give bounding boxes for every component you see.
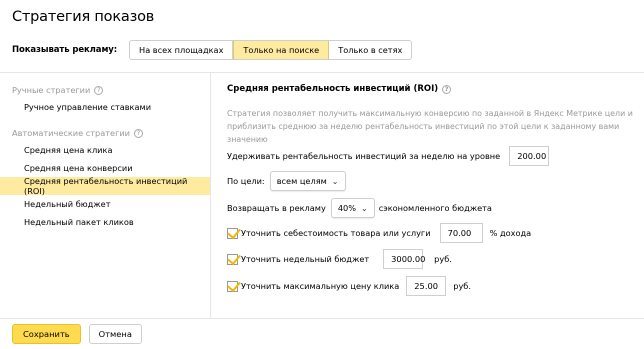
strategy-settings: Средняя рентабельность инвестиций (ROI) …: [227, 82, 637, 296]
budget-unit: руб.: [434, 254, 452, 264]
manual-strategies-group: Ручные стратегии ?: [0, 82, 210, 98]
max-price-row: Уточнить максимальную цену клика 25.00 р…: [227, 276, 471, 296]
option-search-only[interactable]: Только на поиске: [233, 41, 330, 59]
dialog-footer: Сохранить Отмена: [12, 324, 142, 344]
cost-input[interactable]: 70.00: [439, 223, 483, 243]
strategy-sidebar: Ручные стратегии ? Ручное управление ста…: [0, 82, 210, 231]
return-label-post: сэкономленного бюджета: [378, 203, 492, 213]
roi-input[interactable]: 200.00: [509, 146, 550, 166]
divider: [0, 72, 644, 73]
cost-label: Уточнить себестоимость товара или услуги: [241, 228, 431, 238]
description-line: Стратегия позволяет получить максимальну…: [227, 109, 633, 118]
cost-unit: % дохода: [489, 228, 532, 238]
strategy-description: Стратегия позволяет получить максимальну…: [227, 107, 637, 146]
help-icon[interactable]: ?: [442, 84, 452, 94]
auto-strategies-group: Автоматические стратегии ?: [0, 125, 210, 141]
chevron-down-icon: ⌄: [361, 203, 368, 213]
roi-row: Удерживать рентабельность инвестиций за …: [227, 146, 550, 166]
budget-label: Уточнить недельный бюджет: [241, 254, 370, 264]
return-label: Возвращать в рекламу: [227, 203, 326, 213]
strategy-heading-text: Средняя рентабельность инвестиций (ROI): [227, 84, 439, 94]
divider: [0, 318, 644, 319]
cost-checkbox[interactable]: [227, 227, 238, 239]
option-networks-only[interactable]: Только в сетях: [329, 41, 411, 59]
sidebar-item-avg-cpc[interactable]: Средняя цена клика: [0, 141, 210, 159]
goal-row: По цели: всем целям ⌄: [227, 171, 346, 191]
max-price-unit: руб.: [453, 281, 471, 291]
strategy-heading: Средняя рентабельность инвестиций (ROI) …: [227, 82, 637, 96]
sidebar-item-weekly-budget[interactable]: Недельный бюджет: [0, 195, 210, 213]
sidebar-item-weekly-clicks[interactable]: Недельный пакет кликов: [0, 213, 210, 231]
cancel-button[interactable]: Отмена: [88, 324, 142, 344]
manual-strategies-title: Ручные стратегии: [12, 85, 91, 95]
option-all-placements[interactable]: На всех площадках: [130, 41, 234, 59]
show-ads-segmented-control: На всех площадках Только на поиске Тольк…: [129, 40, 413, 60]
max-price-checkbox[interactable]: [227, 280, 238, 292]
goal-select-value: всем целям: [276, 176, 327, 186]
show-ads-row: Показывать рекламу: На всех площадках То…: [12, 40, 413, 60]
goal-label: По цели:: [227, 176, 265, 186]
budget-checkbox[interactable]: [227, 253, 238, 265]
show-ads-label: Показывать рекламу:: [12, 45, 118, 55]
budget-input[interactable]: 3000.00: [383, 249, 425, 269]
goal-select[interactable]: всем целям ⌄: [269, 171, 346, 191]
save-button[interactable]: Сохранить: [12, 324, 81, 344]
help-icon[interactable]: ?: [134, 128, 144, 138]
max-price-input[interactable]: 25.00: [406, 276, 447, 296]
description-line: приблизить среднюю за неделю рентабельно…: [227, 122, 620, 144]
return-row: Возвращать в рекламу 40% ⌄ сэкономленног…: [227, 198, 492, 218]
return-percent-select[interactable]: 40% ⌄: [330, 198, 375, 218]
help-icon[interactable]: ?: [94, 85, 104, 95]
roi-label: Удерживать рентабельность инвестиций за …: [227, 151, 501, 161]
return-percent-value: 40%: [337, 203, 357, 213]
divider: [210, 72, 211, 318]
dialog-title: Стратегия показов: [12, 9, 155, 25]
chevron-down-icon: ⌄: [331, 176, 339, 186]
sidebar-item-avg-roi[interactable]: Средняя рентабельность инвестиций (ROI): [0, 176, 210, 196]
cost-row: Уточнить себестоимость товара или услуги…: [227, 223, 531, 243]
max-price-label: Уточнить максимальную цену клика: [241, 281, 400, 291]
sidebar-item-avg-cpa[interactable]: Средняя цена конверсии: [0, 159, 210, 177]
budget-row: Уточнить недельный бюджет 3000.00 руб.: [227, 249, 452, 269]
sidebar-item-manual-bids[interactable]: Ручное управление ставками: [0, 98, 210, 116]
auto-strategies-title: Автоматические стратегии: [12, 128, 131, 138]
